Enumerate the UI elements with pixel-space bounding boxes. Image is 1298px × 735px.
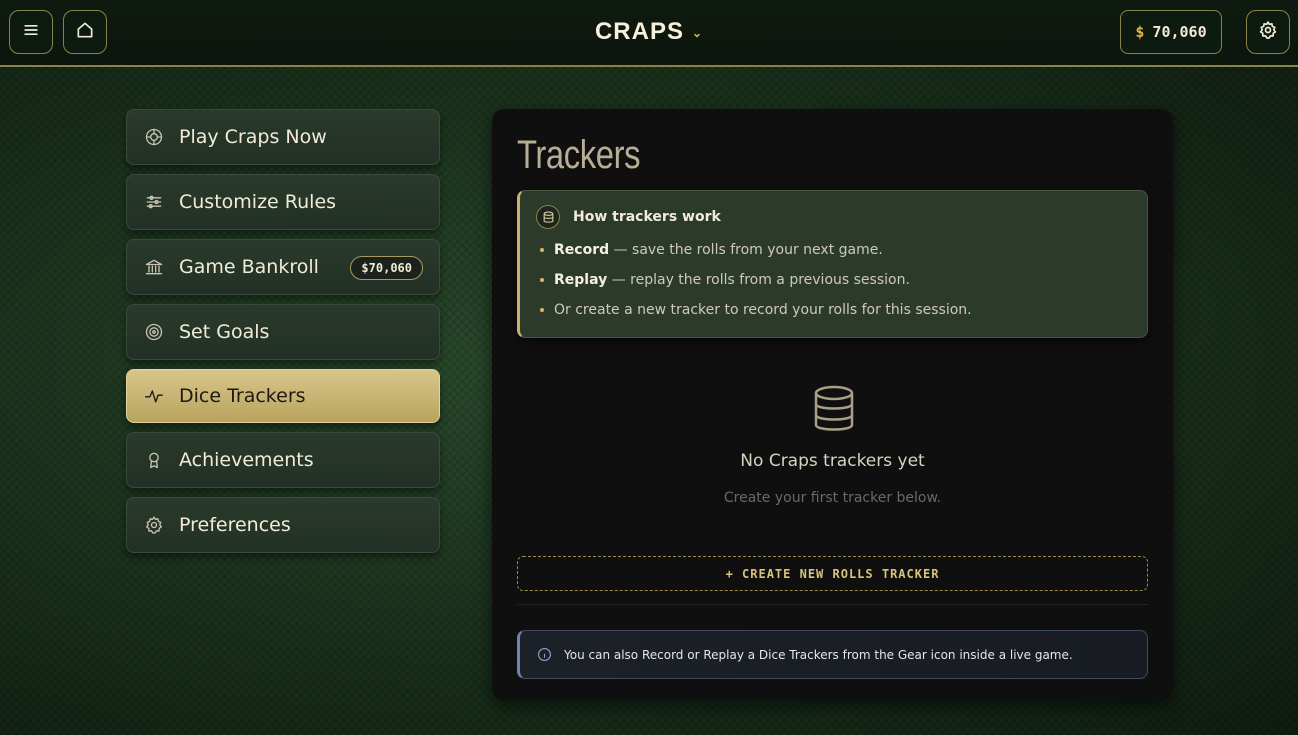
sidebar-menu: Play Craps Now Customize Rules Game Bank… <box>126 109 440 562</box>
database-icon <box>536 205 560 229</box>
sidebar-item-customize-rules[interactable]: Customize Rules <box>126 174 440 230</box>
page-title: Trackers <box>517 133 641 177</box>
game-title: CRAPS <box>594 18 684 45</box>
top-bar: CRAPS ⌄ $ 70,060 <box>0 0 1298 67</box>
balance-value: 70,060 <box>1152 23 1207 41</box>
activity-icon <box>144 386 164 406</box>
game-selector[interactable]: CRAPS ⌄ <box>0 18 1298 46</box>
trackers-panel: Trackers How trackers work Record — save… <box>492 109 1173 700</box>
sidebar-item-achievements[interactable]: Achievements <box>126 432 440 488</box>
howto-list: Record — save the rolls from your next g… <box>538 240 972 330</box>
info-text: You can also Record or Replay a Dice Tra… <box>564 647 1073 662</box>
currency-symbol: $ <box>1135 23 1145 41</box>
sidebar-item-play-craps[interactable]: Play Craps Now <box>126 109 440 165</box>
sidebar-item-label: Preferences <box>179 514 291 536</box>
database-icon <box>812 385 856 433</box>
empty-state-title: No Craps trackers yet <box>740 451 925 471</box>
sidebar-item-set-goals[interactable]: Set Goals <box>126 304 440 360</box>
award-icon <box>144 450 164 470</box>
list-item: Record — save the rolls from your next g… <box>538 240 972 270</box>
sidebar-item-label: Customize Rules <box>179 191 337 213</box>
create-tracker-button[interactable]: + CREATE NEW ROLLS TRACKER <box>517 556 1148 591</box>
sidebar-item-label: Play Craps Now <box>179 126 327 148</box>
sidebar-item-label: Set Goals <box>179 321 270 343</box>
how-trackers-work-card: How trackers work Record — save the roll… <box>517 190 1148 338</box>
list-item: Or create a new tracker to record your r… <box>538 300 972 330</box>
sidebar-item-game-bankroll[interactable]: Game Bankroll $70,060 <box>126 239 440 295</box>
info-icon <box>537 647 552 662</box>
bankroll-badge: $70,060 <box>350 256 423 280</box>
sidebar-item-preferences[interactable]: Preferences <box>126 497 440 553</box>
sidebar-item-label: Dice Trackers <box>179 385 306 407</box>
gear-icon <box>1258 20 1278 44</box>
chevron-down-icon: ⌄ <box>691 25 704 40</box>
sidebar-item-label: Achievements <box>179 449 314 471</box>
settings-button[interactable] <box>1246 10 1290 54</box>
gear-icon <box>144 515 164 535</box>
divider <box>517 604 1148 605</box>
info-note: You can also Record or Replay a Dice Tra… <box>517 630 1148 679</box>
balance-display: $ 70,060 <box>1120 10 1222 54</box>
target-icon <box>144 322 164 342</box>
howto-header: How trackers work <box>536 205 721 229</box>
howto-title: How trackers work <box>573 209 721 225</box>
list-item: Replay — replay the rolls from a previou… <box>538 270 972 300</box>
roulette-icon <box>144 127 164 147</box>
bank-icon <box>144 257 164 277</box>
sidebar-item-label: Game Bankroll <box>179 256 319 278</box>
empty-state-subtitle: Create your first tracker below. <box>723 490 942 506</box>
sliders-icon <box>144 192 164 212</box>
sidebar-item-dice-trackers[interactable]: Dice Trackers <box>126 369 440 423</box>
